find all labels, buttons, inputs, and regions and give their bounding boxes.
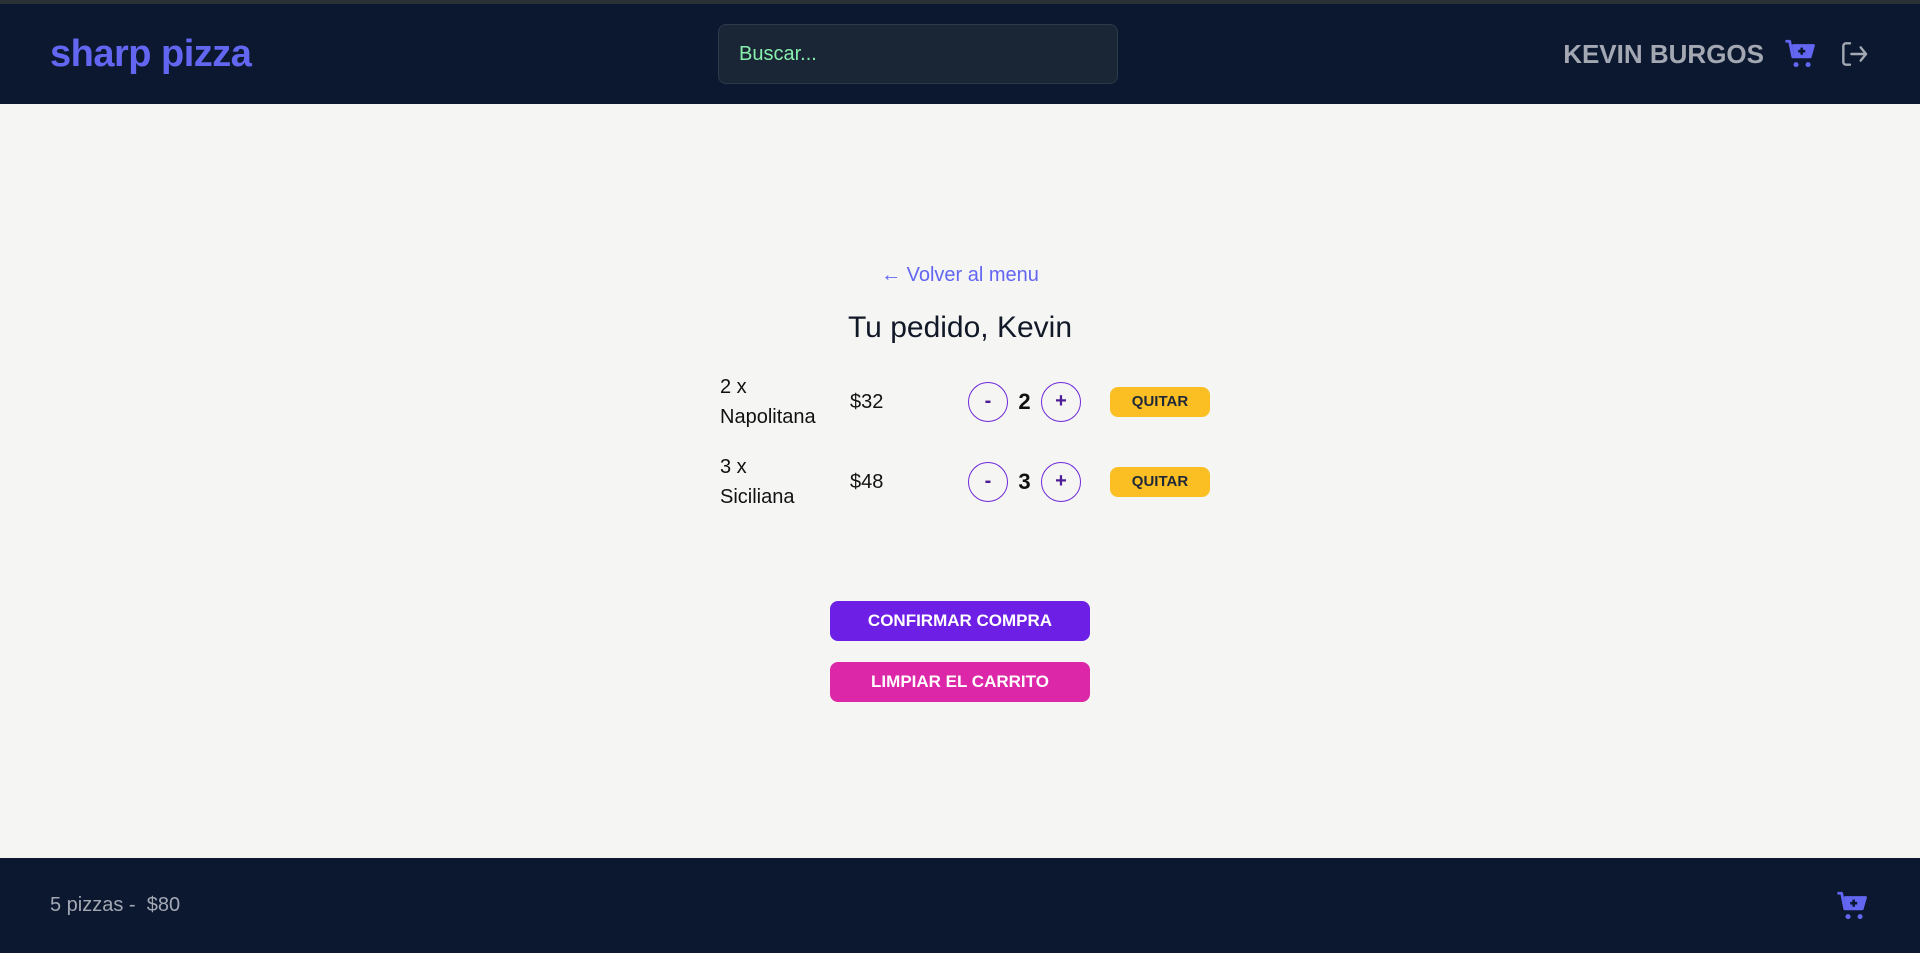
quantity-value: 2 [1018,389,1031,414]
item-price: $48 [850,471,884,493]
cart-plus-icon[interactable] [1836,889,1870,923]
page-title: Tu pedido, Kevin [847,311,1073,344]
footer-bar: 5 pizzas - $80 [0,858,1920,953]
increase-quantity-button[interactable]: + [1041,462,1081,502]
confirm-purchase-button[interactable]: CONFIRMAR COMPRA [830,601,1090,641]
brand-logo[interactable]: sharp pizza [50,33,252,76]
item-name: 2 x Napolitana [720,372,840,432]
top-navbar: sharp pizza KEVIN BURGOS [0,4,1920,104]
decrease-quantity-button[interactable]: - [968,382,1008,422]
username-label: KEVIN BURGOS [1563,38,1764,69]
logout-icon[interactable] [1838,38,1870,70]
search-input[interactable] [718,24,1118,84]
quantity-value: 3 [1018,469,1031,494]
decrease-quantity-button[interactable]: - [968,462,1008,502]
cart-item-row: 2 x Napolitana $32 - 2 + QUITAR [720,372,1240,436]
clear-cart-button[interactable]: LIMPIAR EL CARRITO [830,662,1090,702]
item-price: $32 [850,391,884,413]
user-area: KEVIN BURGOS [1563,37,1870,71]
remove-item-button[interactable]: QUITAR [1110,387,1210,417]
remove-item-button[interactable]: QUITAR [1110,467,1210,497]
increase-quantity-button[interactable]: + [1041,382,1081,422]
item-name: 3 x Siciliana [720,452,840,512]
cart-item-row: 3 x Siciliana $48 - 3 + QUITAR [720,452,1240,516]
cart-summary: 5 pizzas - $80 [50,894,181,916]
item-quantity-label: 3 x [720,456,747,478]
item-title: Siciliana [720,486,795,508]
item-title: Napolitana [720,406,816,428]
cart-page: ← Volver al menu Tu pedido, Kevin 2 x Na… [0,104,1920,858]
item-quantity-label: 2 x [720,376,747,398]
cart-plus-icon[interactable] [1784,37,1818,71]
back-to-menu-link[interactable]: ← Volver al menu [0,264,1920,287]
